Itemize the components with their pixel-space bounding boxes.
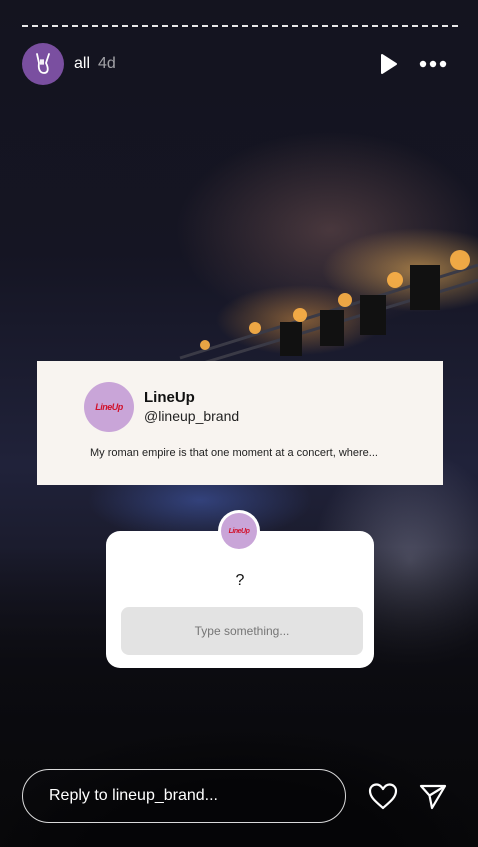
brand-logo-text: LineUp (95, 402, 123, 412)
story-progress-bar (22, 25, 458, 29)
question-sticker-avatar: LineUp (218, 510, 260, 552)
send-icon[interactable] (418, 782, 448, 810)
heart-icon[interactable] (367, 782, 399, 810)
post-text: My roman empire is that one moment at a … (90, 447, 378, 459)
reply-input[interactable]: Reply to lineup_brand... (22, 769, 346, 823)
brand-handle: @lineup_brand (144, 408, 240, 424)
more-icon[interactable] (418, 52, 448, 76)
brand-name: LineUp (144, 389, 195, 406)
story-username[interactable]: all (74, 55, 90, 73)
story-view: all 4d LineUp LineUp @lineup_brand My ro… (0, 0, 478, 847)
question-answer-input[interactable] (121, 607, 363, 655)
reply-placeholder: Reply to lineup_brand... (49, 787, 218, 804)
shared-post-card[interactable]: LineUp LineUp @lineup_brand My roman emp… (37, 361, 443, 485)
rock-hand-icon (36, 53, 50, 74)
story-timestamp: 4d (98, 55, 116, 72)
play-icon[interactable] (376, 52, 400, 76)
brand-avatar-small: LineUp (221, 513, 257, 549)
brand-avatar: LineUp (84, 382, 134, 432)
question-prompt: ? (235, 572, 245, 589)
brand-logo-text-small: LineUp (228, 527, 250, 535)
profile-avatar[interactable] (22, 43, 64, 85)
story-header: all 4d (22, 43, 116, 85)
